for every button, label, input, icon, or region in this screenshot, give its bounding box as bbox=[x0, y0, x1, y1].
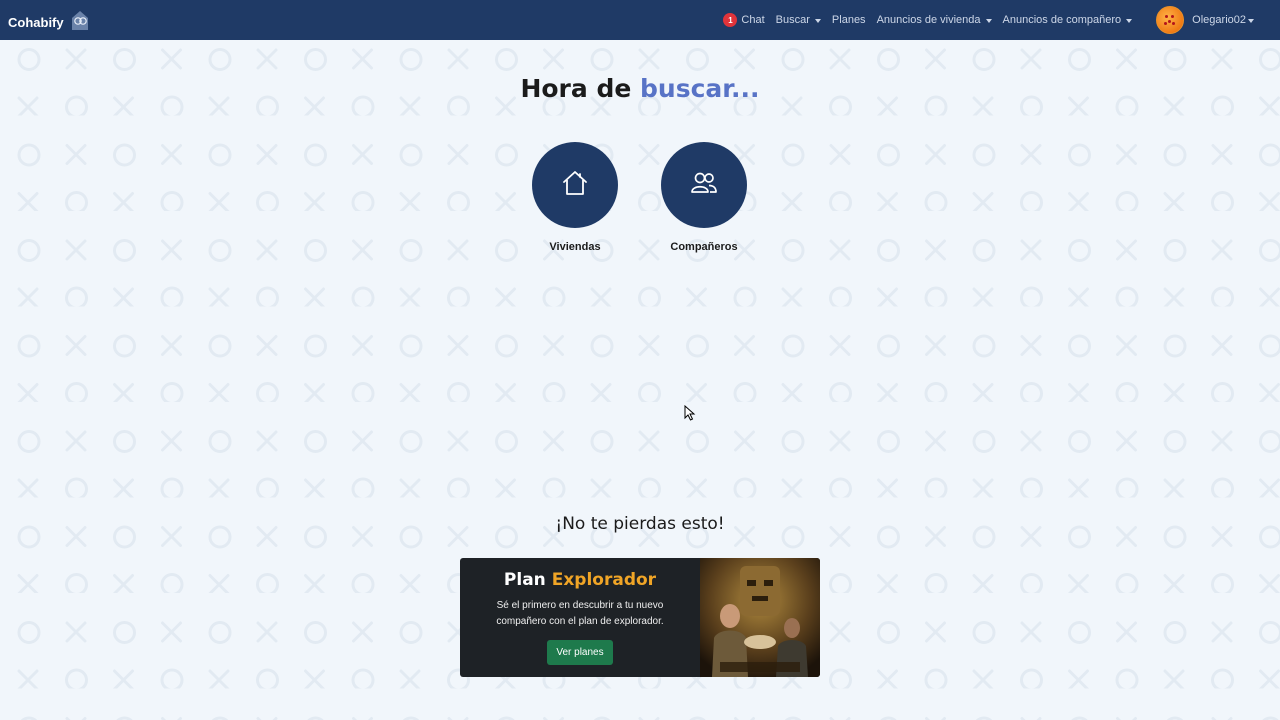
promo-description: Sé el primero en descubrir a tu nuevo co… bbox=[496, 600, 664, 627]
avatar bbox=[1156, 6, 1185, 34]
search-companeros-button[interactable]: Compañeros bbox=[634, 142, 774, 253]
caret-down-icon bbox=[814, 18, 821, 23]
navbar: Cohabify 1 Chat Buscar Planes Anuncios d… bbox=[0, 0, 1280, 40]
companeros-circle bbox=[661, 142, 747, 228]
page-title-accent: buscar... bbox=[640, 74, 760, 103]
brand[interactable]: Cohabify bbox=[8, 9, 90, 36]
username: Olegario02 bbox=[1192, 14, 1246, 26]
promo-title-prefix: Plan bbox=[503, 570, 546, 590]
nav-planes-label: Planes bbox=[831, 14, 866, 26]
caret-down-icon bbox=[1126, 18, 1133, 23]
nav-chat-label: Chat bbox=[741, 14, 765, 26]
mouse-cursor-icon bbox=[684, 405, 696, 421]
explorer-image bbox=[700, 558, 820, 677]
nav-anuncios-vivienda-dropdown[interactable]: Anuncios de vivienda bbox=[877, 14, 992, 26]
nav-anuncios-companero-label: Anuncios de compañero bbox=[1002, 14, 1122, 26]
promo-title: Plan Explorador bbox=[460, 570, 700, 590]
nav-menu: 1 Chat Buscar Planes Anuncios de viviend… bbox=[712, 0, 1254, 40]
people-icon bbox=[689, 168, 719, 203]
promo-heading: ¡No te pierdas esto! bbox=[555, 514, 725, 534]
caret-down-icon bbox=[1248, 18, 1254, 23]
nav-chat[interactable]: 1 Chat bbox=[723, 13, 765, 27]
nav-buscar-label: Buscar bbox=[775, 14, 810, 26]
promo-title-accent: Explorador bbox=[551, 570, 657, 590]
viviendas-label: Viviendas bbox=[549, 241, 601, 253]
nav-planes[interactable]: Planes bbox=[832, 14, 866, 26]
ver-planes-button[interactable]: Ver planes bbox=[547, 640, 613, 665]
brand-logo-icon bbox=[70, 9, 90, 36]
caret-down-icon bbox=[985, 18, 992, 23]
chat-unread-badge: 1 bbox=[723, 13, 738, 27]
nav-anuncios-vivienda-label: Anuncios de vivienda bbox=[876, 14, 981, 26]
house-icon bbox=[560, 168, 590, 203]
nav-anuncios-companero-dropdown[interactable]: Anuncios de compañero bbox=[1003, 14, 1133, 26]
user-menu-dropdown[interactable]: Olegario02 bbox=[1156, 6, 1254, 34]
page-title: Hora de buscar... bbox=[0, 74, 1280, 103]
page-title-prefix: Hora de bbox=[520, 74, 632, 103]
viviendas-circle bbox=[532, 142, 618, 228]
promo-text: Plan Explorador Sé el primero en descubr… bbox=[460, 558, 700, 677]
nav-buscar-dropdown[interactable]: Buscar bbox=[776, 14, 821, 26]
companeros-label: Compañeros bbox=[670, 241, 738, 253]
search-viviendas-button[interactable]: Viviendas bbox=[505, 142, 645, 253]
brand-name: Cohabify bbox=[8, 15, 64, 30]
promo-card: Plan Explorador Sé el primero en descubr… bbox=[460, 558, 820, 677]
